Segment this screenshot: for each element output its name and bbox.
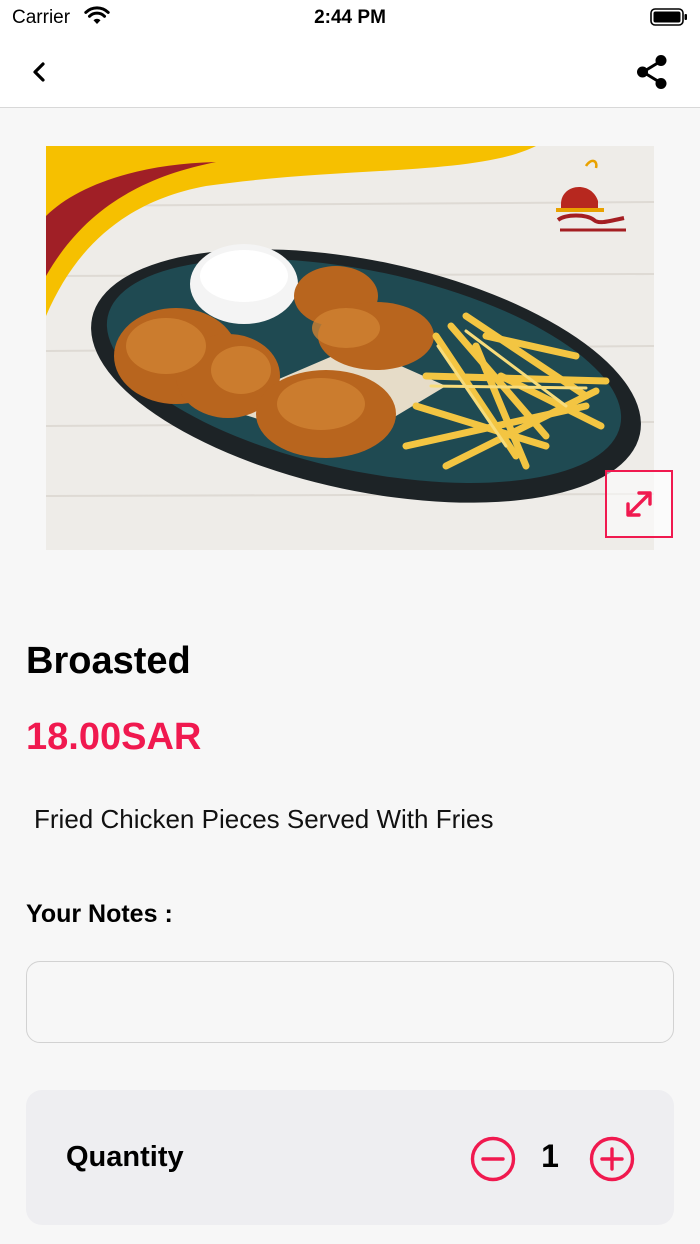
increase-quantity-button[interactable] — [589, 1136, 635, 1182]
product-image[interactable] — [46, 146, 654, 550]
battery-icon — [650, 8, 687, 26]
status-bar: Carrier 2:44 PM — [0, 0, 700, 36]
status-time: 2:44 PM — [314, 7, 386, 28]
product-price: 18.00SAR — [26, 716, 202, 758]
quantity-value: 1 — [541, 1138, 559, 1174]
notes-input[interactable] — [26, 961, 674, 1043]
share-icon — [637, 55, 667, 89]
chevron-left-icon — [33, 62, 45, 82]
expand-image-button[interactable] — [605, 470, 673, 538]
share-button[interactable] — [632, 52, 672, 92]
plus-circle-icon — [589, 1136, 635, 1182]
notes-label: Your Notes : — [26, 900, 173, 928]
quantity-label: Quantity — [66, 1141, 184, 1173]
product-description: Fried Chicken Pieces Served With Fries — [34, 804, 494, 834]
navigation-bar — [0, 36, 700, 108]
decrease-quantity-button[interactable] — [470, 1136, 516, 1182]
product-name: Broasted — [26, 640, 191, 682]
minus-circle-icon — [470, 1136, 516, 1182]
expand-icon — [626, 491, 652, 517]
back-button[interactable] — [22, 54, 58, 90]
quantity-card: Quantity 1 — [26, 1090, 674, 1225]
